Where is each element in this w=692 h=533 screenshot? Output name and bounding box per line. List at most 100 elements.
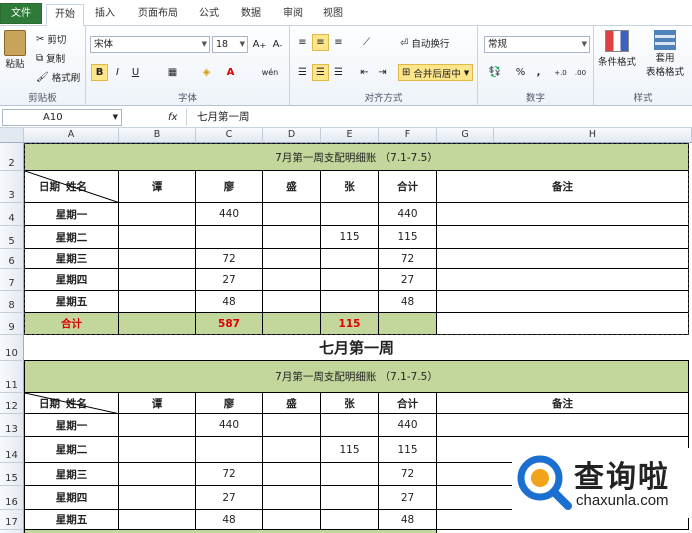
table1-header-zhang[interactable]: 张 (321, 171, 379, 203)
table1-value-r2-c2[interactable] (196, 226, 263, 249)
table2-day-5[interactable]: 星期五 (24, 510, 119, 530)
table2-title[interactable]: 7月第一周支配明细账 （7.1-7.5） (24, 361, 689, 393)
row-header-14[interactable]: 14 (0, 437, 24, 463)
table1-note-r1[interactable] (437, 203, 689, 226)
table1-header-sheng[interactable]: 盛 (263, 171, 321, 203)
tab-home[interactable]: 开始 (46, 4, 84, 27)
table1-note-r4[interactable] (437, 269, 689, 291)
table2-day-1[interactable]: 星期一 (24, 414, 119, 437)
table2-value-r2-c4[interactable]: 115 (321, 437, 379, 463)
table1-value-r3-c4[interactable] (321, 249, 379, 269)
table1-value-r1-c4[interactable] (321, 203, 379, 226)
row-header-12[interactable]: 12 (0, 393, 24, 414)
table1-note-r3[interactable] (437, 249, 689, 269)
table1-value-r5-c2[interactable]: 48 (196, 291, 263, 313)
table2-header-tan[interactable]: 谭 (119, 393, 196, 414)
table1-note-r5[interactable] (437, 291, 689, 313)
table2-value-r3-c1[interactable] (119, 463, 196, 486)
name-box[interactable]: A10 ▼ (2, 109, 122, 126)
row-header-13[interactable]: 13 (0, 414, 24, 437)
row-header-9[interactable]: 9 (0, 313, 24, 335)
conditional-format-button[interactable]: 条件格式 (598, 30, 636, 68)
table2-value-r5-c2[interactable]: 48 (196, 510, 263, 530)
table2-value-r5-c1[interactable] (119, 510, 196, 530)
table2-value-r5-c3[interactable] (263, 510, 321, 530)
underline-button[interactable]: U (127, 64, 144, 81)
align-right-icon[interactable]: ☰ (330, 64, 347, 81)
tab-review[interactable]: 审阅 (276, 4, 310, 26)
paste-button[interactable]: 粘贴 (4, 30, 26, 70)
table1-value-r3-c3[interactable] (263, 249, 321, 269)
row-header-6[interactable]: 6 (0, 249, 24, 269)
column-header-c[interactable]: C (196, 128, 263, 143)
table1-value-r2-c1[interactable] (119, 226, 196, 249)
column-header-b[interactable]: B (119, 128, 196, 143)
table2-note-r1[interactable] (437, 414, 689, 437)
row-header-3[interactable]: 3 (0, 171, 24, 203)
wrap-text-button[interactable]: ⏎ 自动换行 (400, 36, 449, 51)
increase-indent-icon[interactable]: ⇥ (374, 64, 391, 81)
table2-value-r1-c1[interactable] (119, 414, 196, 437)
table1-value-r4-c1[interactable] (119, 269, 196, 291)
table1-value-r2-c4[interactable]: 115 (321, 226, 379, 249)
column-header-g[interactable]: G (437, 128, 494, 143)
table1-header-date-name[interactable]: 日期 姓名 (24, 171, 119, 203)
table2-header-date-name[interactable]: 日期 姓名 (24, 393, 119, 414)
table2-header-total[interactable]: 合计 (379, 393, 437, 414)
table1-day-1[interactable]: 星期一 (24, 203, 119, 226)
table2-value-r4-c4[interactable] (321, 486, 379, 510)
column-header-a[interactable]: A (24, 128, 119, 143)
align-left-icon[interactable]: ☰ (294, 64, 311, 81)
bold-button[interactable]: B (91, 64, 108, 81)
table1-header-tan[interactable]: 谭 (119, 171, 196, 203)
table2-header-note[interactable]: 备注 (437, 393, 689, 414)
table2-value-r2-c1[interactable] (119, 437, 196, 463)
table2-value-r1-c4[interactable] (321, 414, 379, 437)
table1-day-3[interactable]: 星期三 (24, 249, 119, 269)
table2-value-r3-c4[interactable] (321, 463, 379, 486)
table1-value-r3-c5[interactable]: 72 (379, 249, 437, 269)
phonetic-button[interactable]: wén (256, 64, 284, 81)
table1-title[interactable]: 7月第一周支配明细账 （7.1-7.5） (24, 143, 689, 171)
grow-font-icon[interactable]: A + (251, 36, 268, 53)
table1-value-r1-c3[interactable] (263, 203, 321, 226)
percent-button[interactable]: % (512, 64, 529, 81)
table1-sum-b[interactable] (119, 313, 196, 335)
table1-sum-label[interactable]: 合计 (24, 313, 119, 335)
row-header-15[interactable]: 15 (0, 463, 24, 486)
table1-day-2[interactable]: 星期二 (24, 226, 119, 249)
table1-day-4[interactable]: 星期四 (24, 269, 119, 291)
table2-value-r3-c5[interactable]: 72 (379, 463, 437, 486)
format-painter-button[interactable]: 🖌 格式刷 (36, 70, 80, 85)
row-header-5[interactable]: 5 (0, 226, 24, 249)
table2-value-r3-c2[interactable]: 72 (196, 463, 263, 486)
table1-sum-c[interactable]: 587 (196, 313, 263, 335)
row-header-10[interactable]: 10 (0, 335, 24, 361)
tab-page-layout[interactable]: 页面布局 (130, 4, 186, 26)
table2-day-3[interactable]: 星期三 (24, 463, 119, 486)
border-icon[interactable]: ▦ (164, 64, 181, 81)
table1-value-r1-c5[interactable]: 440 (379, 203, 437, 226)
table1-value-r5-c5[interactable]: 48 (379, 291, 437, 313)
big-title[interactable]: 七月第一周 (24, 335, 689, 361)
table1-header-liao[interactable]: 廖 (196, 171, 263, 203)
table1-day-5[interactable]: 星期五 (24, 291, 119, 313)
italic-button[interactable]: I (109, 64, 126, 81)
align-top-icon[interactable]: ≡ (294, 34, 311, 51)
table1-value-r2-c5[interactable]: 115 (379, 226, 437, 249)
row-header-4[interactable]: 4 (0, 203, 24, 226)
align-bottom-icon[interactable]: ≡ (330, 34, 347, 51)
table1-value-r3-c2[interactable]: 72 (196, 249, 263, 269)
table2-value-r1-c3[interactable] (263, 414, 321, 437)
table1-value-r4-c3[interactable] (263, 269, 321, 291)
font-size-select[interactable]: 18 ▼ (212, 36, 248, 53)
table2-header-liao[interactable]: 廖 (196, 393, 263, 414)
table2-value-r2-c5[interactable]: 115 (379, 437, 437, 463)
column-header-e[interactable]: E (321, 128, 379, 143)
table1-header-total[interactable]: 合计 (379, 171, 437, 203)
tab-insert[interactable]: 插入 (88, 4, 122, 26)
shrink-font-icon[interactable]: A- (269, 36, 286, 53)
row-header-17[interactable]: 17 (0, 510, 24, 530)
table1-sum-note[interactable] (437, 313, 689, 335)
table1-value-r5-c1[interactable] (119, 291, 196, 313)
